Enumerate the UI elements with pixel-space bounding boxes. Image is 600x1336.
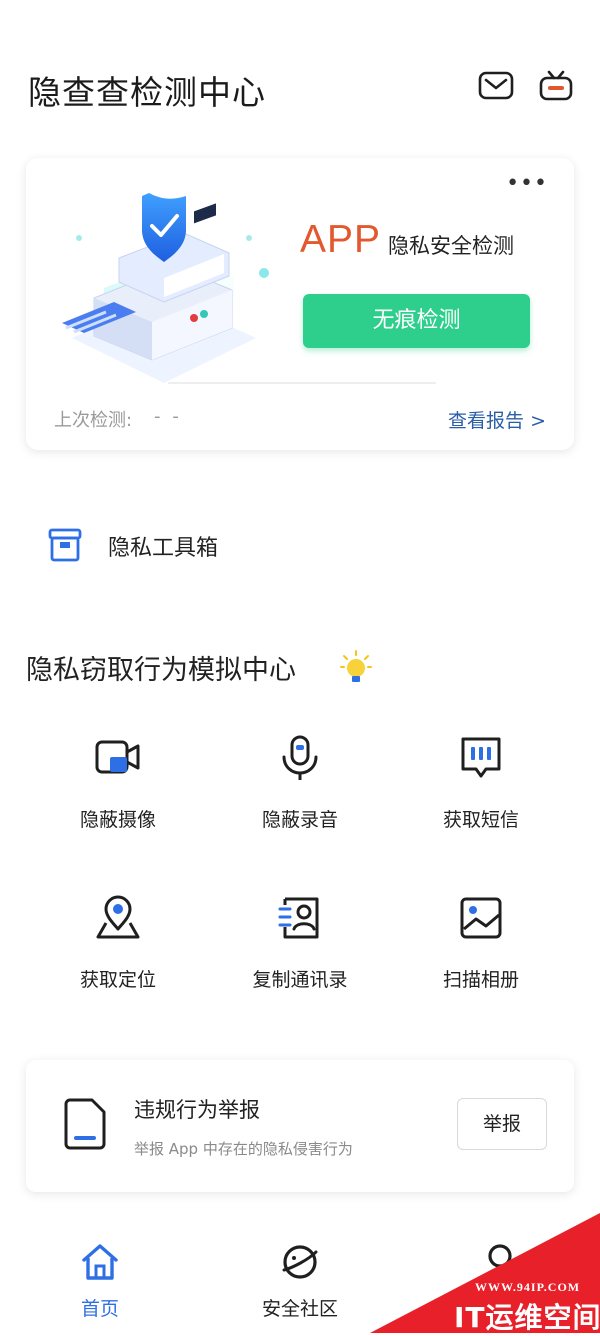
feature-hidden-camera[interactable]: 隐蔽摄像: [38, 733, 198, 853]
privacy-check-card: ••• APP 隐私安全检测 无痕检测 上次检测: - - 查看报告 >: [26, 158, 574, 450]
lightbulb-icon: [340, 650, 372, 682]
microphone-icon: [282, 735, 318, 780]
mail-icon[interactable]: [478, 70, 514, 102]
simulation-section-title: 隐私窃取行为模拟中心: [26, 655, 296, 686]
last-check-label: 上次检测:: [54, 410, 133, 431]
nav-home[interactable]: 首页: [30, 1240, 170, 1321]
report-description: 举报 App 中存在的隐私侵害行为: [134, 1140, 353, 1158]
toolbox-icon: [48, 528, 82, 562]
report-button[interactable]: 举报: [457, 1098, 547, 1150]
home-icon: [82, 1244, 118, 1280]
nav-community[interactable]: 安全社区: [230, 1240, 370, 1321]
app-title: 隐查查检测中心: [28, 73, 266, 112]
nav-label: 首页: [80, 1298, 119, 1320]
toolbox-label: 隐私工具箱: [108, 536, 219, 561]
nav-label: 安全社区: [261, 1298, 338, 1320]
feature-get-location[interactable]: 获取定位: [38, 893, 198, 1013]
card-divider: [168, 382, 436, 384]
photo-album-icon: [460, 897, 502, 939]
feature-scan-album[interactable]: 扫描相册: [401, 893, 561, 1013]
planet-icon: [282, 1245, 318, 1279]
video-camera-icon: [95, 740, 140, 774]
location-pin-icon: [96, 895, 140, 939]
shield-server-illustration: [62, 193, 269, 383]
watermark-url: WWW.94IP.COM: [475, 1280, 581, 1294]
feature-hidden-recording[interactable]: 隐蔽录音: [220, 733, 380, 853]
message-icon: [461, 737, 501, 778]
view-report-link[interactable]: 查看报告 >: [448, 406, 546, 433]
feature-label: 隐蔽录音: [261, 809, 338, 831]
violation-report-card: 违规行为举报 举报 App 中存在的隐私侵害行为 举报: [26, 1060, 574, 1192]
contacts-icon: [278, 897, 319, 939]
traceless-scan-button[interactable]: 无痕检测: [303, 294, 530, 348]
more-dots-icon[interactable]: •••: [506, 173, 548, 195]
document-icon: [64, 1098, 106, 1150]
feature-label: 复制通讯录: [252, 969, 348, 991]
app-label: APP: [300, 218, 382, 261]
feature-read-sms[interactable]: 获取短信: [401, 733, 561, 853]
report-title: 违规行为举报: [134, 1098, 260, 1122]
feature-copy-contacts[interactable]: 复制通讯录: [220, 893, 380, 1013]
feature-label: 获取短信: [442, 809, 519, 831]
check-subtitle: 隐私安全检测: [388, 234, 514, 258]
tv-icon[interactable]: [538, 70, 574, 102]
watermark-text: IT运维空间: [454, 1301, 600, 1334]
last-check-value: - -: [154, 406, 182, 427]
feature-label: 隐蔽摄像: [79, 809, 156, 831]
feature-label: 扫描相册: [442, 969, 519, 991]
feature-label: 获取定位: [79, 969, 156, 991]
